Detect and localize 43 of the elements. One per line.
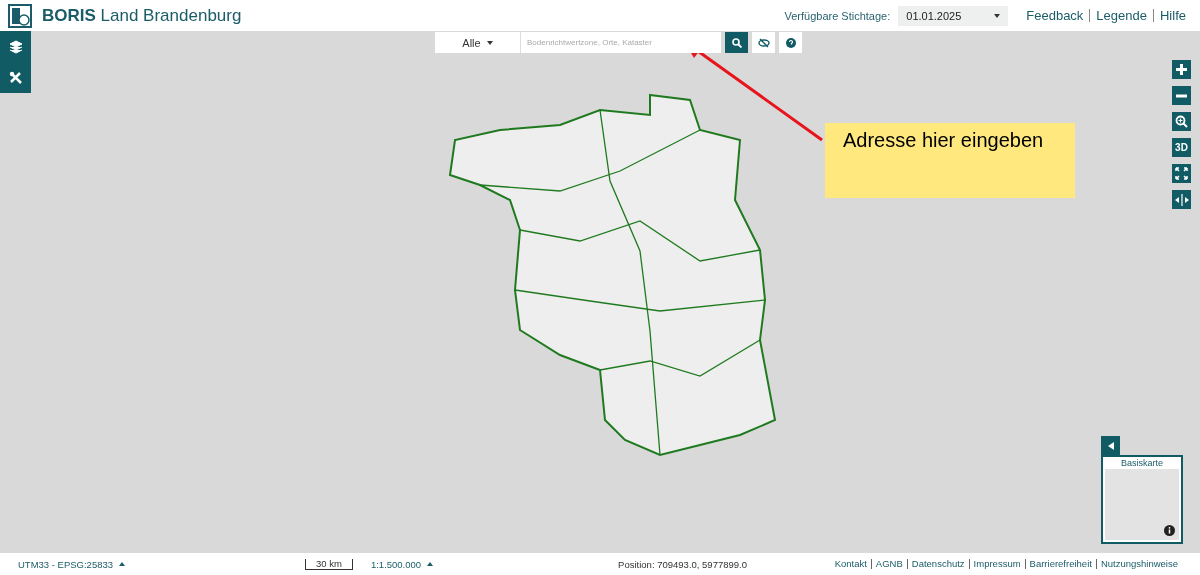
footer-link[interactable]: AGNB — [870, 559, 907, 569]
zoom-extent-button[interactable] — [1172, 112, 1191, 131]
expand-icon — [1175, 167, 1188, 180]
minus-icon — [1175, 93, 1188, 98]
date-label: Verfügbare Stichtage: — [784, 9, 891, 22]
zoom-out-button[interactable] — [1172, 86, 1191, 105]
scale-selector[interactable]: 1:1.500.000 — [370, 558, 434, 570]
app-title: BORIS Land Brandenburg — [42, 5, 242, 26]
footer-link[interactable]: Barrierefreiheit — [1024, 559, 1096, 569]
search-button[interactable] — [725, 32, 748, 53]
plus-icon — [1175, 63, 1188, 76]
header-link[interactable]: Feedback — [1020, 9, 1090, 22]
magnifier-icon — [1175, 115, 1188, 128]
zoom-in-button[interactable] — [1172, 60, 1191, 79]
caret-left-icon — [1107, 441, 1114, 450]
minimap-title: Basiskarte — [1120, 457, 1164, 469]
scale-bar: 30 km — [305, 558, 353, 570]
3d-button[interactable]: 3D — [1172, 138, 1191, 157]
position-readout: Position: 709493.0, 5977899.0 — [618, 558, 747, 570]
minimap-toggle-button[interactable] — [1101, 436, 1120, 455]
help-button[interactable] — [779, 32, 802, 53]
date-dropdown[interactable]: 01.01.2025 — [898, 5, 1009, 26]
footer-link[interactable]: Datenschutz — [906, 559, 969, 569]
info-icon[interactable] — [1164, 525, 1175, 536]
projection-selector[interactable]: UTM33 - EPSG:25833 — [18, 558, 126, 570]
filter-dropdown[interactable]: Alle — [435, 32, 520, 53]
search-icon — [731, 37, 742, 48]
annotation-note: Adresse hier eingeben — [825, 123, 1075, 198]
help-icon — [785, 37, 796, 48]
fullscreen-button[interactable] — [1172, 164, 1191, 183]
layers-icon — [8, 39, 23, 54]
footer-link[interactable]: Nutzungshinweise — [1095, 559, 1182, 569]
compare-button[interactable] — [1172, 190, 1191, 209]
crossed-tools-icon — [8, 70, 23, 85]
visibility-button[interactable] — [752, 32, 775, 53]
footer-link[interactable]: Impressum — [968, 559, 1025, 569]
split-arrows-icon — [1174, 193, 1189, 206]
logo-icon — [8, 3, 32, 28]
header-link[interactable]: Legende — [1089, 9, 1153, 22]
search-field[interactable]: Bodenrichtwertzone, Orte, Kataster — [520, 32, 721, 53]
eye-slash-icon — [757, 37, 770, 48]
footer-link[interactable]: Kontakt — [830, 559, 871, 569]
header-link[interactable]: Hilfe — [1153, 9, 1192, 22]
